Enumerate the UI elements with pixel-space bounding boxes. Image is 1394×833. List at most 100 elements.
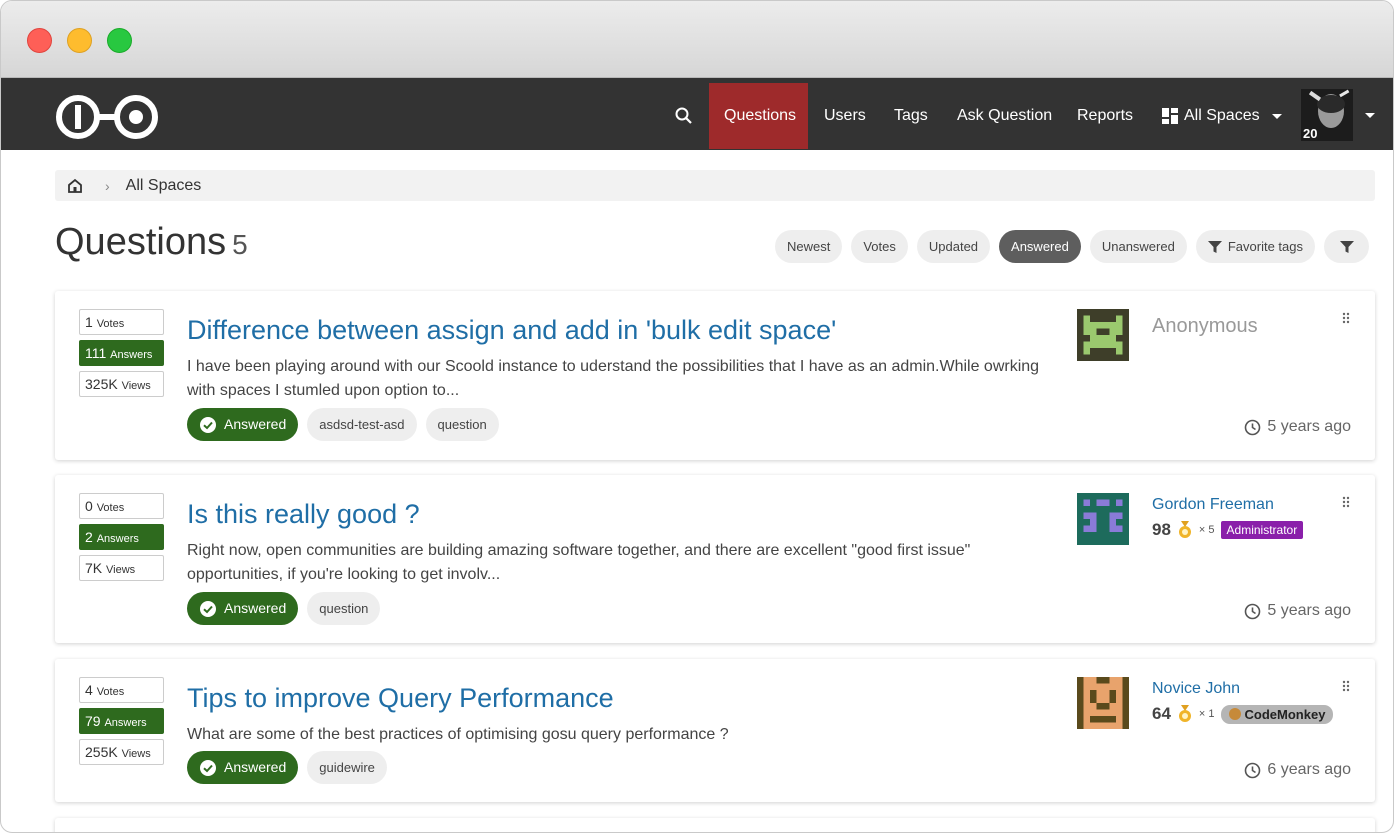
views-count: 325K Views <box>79 371 164 397</box>
views-count: 255K Views <box>79 739 164 765</box>
nav-users[interactable]: Users <box>809 83 881 149</box>
avatar-badge: 20 <box>1303 126 1318 141</box>
answered-label: Answered <box>224 759 287 775</box>
check-circle-icon <box>200 759 216 776</box>
role-badge: CodeMonkey <box>1220 704 1334 724</box>
answered-label: Answered <box>224 416 287 432</box>
question-title-link[interactable]: Difference between assign and add in 'bu… <box>187 315 836 346</box>
user-menu-chevron-icon[interactable] <box>1365 113 1375 118</box>
filter-votes[interactable]: Votes <box>851 230 908 263</box>
question-tags: Answered guidewire <box>187 751 387 784</box>
clock-icon <box>1245 762 1261 778</box>
votes-count: 4 Votes <box>79 677 164 703</box>
page-title: Questions 5 <box>55 221 248 264</box>
minimize-window-button[interactable] <box>67 28 92 53</box>
author-name: Anonymous <box>1152 315 1258 337</box>
question-count: 5 <box>232 229 248 260</box>
filter-answered[interactable]: Answered <box>999 230 1081 263</box>
clock-icon <box>1245 603 1261 619</box>
advanced-filter-button[interactable] <box>1324 230 1369 263</box>
answered-badge[interactable]: Answered <box>187 408 299 441</box>
dashboard-grid-icon <box>1162 108 1178 124</box>
tag-guidewire[interactable]: guidewire <box>307 751 387 784</box>
user-avatar[interactable]: 20 <box>1301 89 1353 141</box>
role-badge-label: CodeMonkey <box>1244 706 1326 722</box>
question-title-link[interactable]: Tips to improve Query Performance <box>187 683 614 714</box>
question-tags: Answered question <box>187 592 381 625</box>
check-circle-icon <box>200 416 216 433</box>
tag-question[interactable]: question <box>425 408 499 441</box>
home-icon[interactable] <box>67 178 83 194</box>
nav-all-spaces-label: All Spaces <box>1184 107 1260 124</box>
answers-count: 2 Answers <box>79 524 164 550</box>
filter-favorite-tags[interactable]: Favorite tags <box>1195 230 1315 263</box>
time-label: 5 years ago <box>1267 418 1351 435</box>
medal-icon <box>1178 705 1191 722</box>
nav-all-spaces-dropdown[interactable]: All Spaces <box>1147 83 1297 149</box>
question-stats: 1 Votes 111 Answers 325K Views <box>79 309 164 402</box>
reputation-score: 64 <box>1152 704 1171 723</box>
question-card: 4 Votes 79 Answers 255K Views Tips to im… <box>55 659 1375 802</box>
answered-label: Answered <box>224 600 287 616</box>
question-card: 1 Votes 111 Answers 325K Views Differenc… <box>55 291 1375 460</box>
author-name-link[interactable]: Gordon Freeman <box>1152 496 1274 514</box>
scoold-logo[interactable] <box>55 94 159 140</box>
browser-window: Questions Users Tags Ask Question Report… <box>0 0 1394 833</box>
tag-asdsd-test-asd[interactable]: asdsd-test-asd <box>307 408 417 441</box>
medal-count: × 5 <box>1198 524 1215 536</box>
time-label: 6 years ago <box>1267 761 1351 778</box>
answered-badge[interactable]: Answered <box>187 751 299 784</box>
question-stats: 4 Votes 79 Answers 255K Views <box>79 677 164 770</box>
reputation-score: 98 <box>1152 520 1171 539</box>
top-navbar: Questions Users Tags Ask Question Report… <box>1 78 1393 150</box>
medal-icon <box>1178 521 1191 538</box>
views-count: 7K Views <box>79 555 164 581</box>
question-tags: Answered asdsd-test-asd question <box>187 408 499 441</box>
filter-favorite-tags-label: Favorite tags <box>1227 239 1303 254</box>
question-excerpt: Right now, open communities are building… <box>187 542 971 583</box>
clock-icon <box>1245 419 1261 435</box>
author-avatar[interactable] <box>1077 677 1129 729</box>
search-icon[interactable] <box>673 105 695 127</box>
drag-handle-icon[interactable] <box>1341 679 1351 693</box>
nav-questions[interactable]: Questions <box>709 83 808 149</box>
nav-tags[interactable]: Tags <box>879 83 943 149</box>
funnel-icon <box>1339 240 1354 253</box>
question-stats: 0 Votes 2 Answers 7K Views <box>79 493 164 586</box>
question-timestamp: 5 years ago <box>1244 602 1351 620</box>
answered-badge[interactable]: Answered <box>187 592 299 625</box>
role-badge: Administrator <box>1220 521 1304 539</box>
sort-filters: Newest Votes Updated Answered Unanswered… <box>774 230 1369 263</box>
chevron-down-icon <box>1271 113 1282 119</box>
author-reputation: 98 × 5 Administrator <box>1152 520 1304 540</box>
question-excerpt: I have been playing around with our Scoo… <box>187 358 1040 399</box>
question-card-partial <box>55 818 1375 832</box>
question-card: 0 Votes 2 Answers 7K Views Is this reall… <box>55 475 1375 643</box>
nav-reports[interactable]: Reports <box>1062 83 1148 149</box>
answers-count: 79 Answers <box>79 708 164 734</box>
votes-count: 1 Votes <box>79 309 164 335</box>
votes-count: 0 Votes <box>79 493 164 519</box>
drag-handle-icon[interactable] <box>1341 495 1351 509</box>
filter-updated[interactable]: Updated <box>916 230 991 263</box>
page-title-text: Questions <box>55 221 227 263</box>
breadcrumb-all-spaces[interactable]: All Spaces <box>126 177 202 195</box>
author-name-link[interactable]: Novice John <box>1152 680 1240 698</box>
filter-unanswered[interactable]: Unanswered <box>1089 230 1187 263</box>
question-title-link[interactable]: Is this really good ? <box>187 499 420 530</box>
close-window-button[interactable] <box>27 28 52 53</box>
filter-newest[interactable]: Newest <box>774 230 843 263</box>
author-avatar[interactable] <box>1077 309 1129 361</box>
nav-ask-question[interactable]: Ask Question <box>942 83 1067 149</box>
time-label: 5 years ago <box>1267 602 1351 619</box>
medal-count: × 1 <box>1198 708 1215 720</box>
author-avatar[interactable] <box>1077 493 1129 545</box>
drag-handle-icon[interactable] <box>1341 311 1351 325</box>
check-circle-icon <box>200 600 216 617</box>
question-timestamp: 5 years ago <box>1244 418 1351 436</box>
maximize-window-button[interactable] <box>107 28 132 53</box>
author-reputation: 64 × 1 CodeMonkey <box>1152 704 1334 724</box>
question-timestamp: 6 years ago <box>1244 761 1351 779</box>
tag-question[interactable]: question <box>307 592 381 625</box>
answers-count: 111 Answers <box>79 340 164 366</box>
